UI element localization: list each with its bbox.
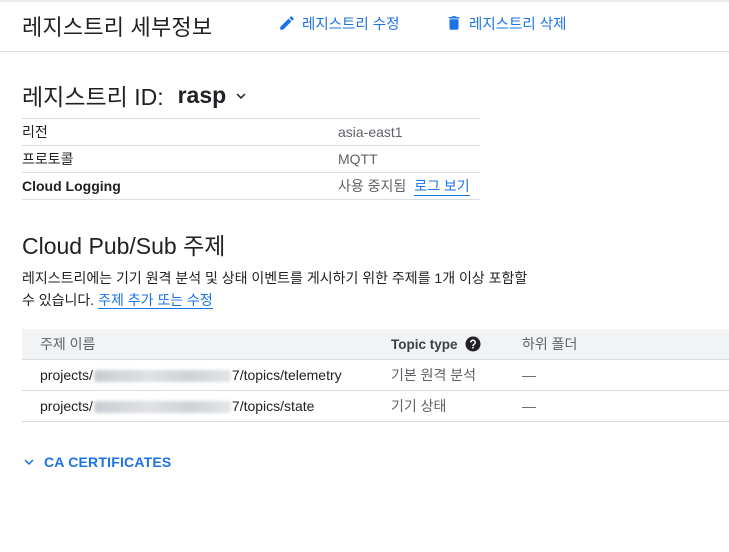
redacted-project-id [93, 370, 231, 383]
property-key: 리전 [22, 124, 48, 140]
property-row-region: 리전 asia-east1 [22, 118, 480, 146]
topic-name: projects/7/topics/state [40, 398, 314, 414]
topic-subfolder: — [522, 398, 536, 414]
column-header-topic-type-label: Topic type [391, 336, 458, 352]
help-icon[interactable] [464, 335, 482, 353]
topics-table: 주제 이름 Topic type 하위 폴더 projects/7/topics… [22, 329, 729, 422]
property-row-protocol: 프로토콜 MQTT [22, 145, 480, 173]
property-value: asia-east1 [338, 124, 403, 140]
ca-certificates-toggle[interactable]: CA CERTIFICATES [20, 453, 171, 471]
table-row: projects/7/topics/telemetry 기본 원격 분석 — [22, 360, 729, 391]
pencil-icon [280, 16, 294, 30]
topic-name-prefix: projects/ [40, 398, 93, 414]
topic-name-prefix: projects/ [40, 367, 93, 383]
property-value: MQTT [338, 151, 378, 167]
pubsub-description-line1: 레지스트리에는 기기 원격 분석 및 상태 이벤트를 게시하기 위한 주제를 1… [22, 270, 528, 286]
column-header-topic-name[interactable]: 주제 이름 [40, 334, 95, 354]
topic-subfolder: — [522, 367, 536, 383]
topic-type: 기기 상태 [391, 398, 447, 414]
property-key: 프로토콜 [22, 151, 74, 167]
redacted-project-id [93, 401, 231, 414]
column-header-topic-type: Topic type [391, 335, 482, 353]
table-row: projects/7/topics/state 기기 상태 — [22, 391, 729, 422]
registry-id-selector[interactable]: rasp [178, 82, 227, 109]
property-key: Cloud Logging [22, 178, 121, 194]
delete-registry-button[interactable]: 레지스트리 삭제 [445, 12, 566, 34]
edit-registry-label: 레지스트리 수정 [302, 16, 400, 33]
topic-name-suffix: 7/topics/telemetry [231, 367, 342, 383]
property-value-cell: 사용 중지됨 로그 보기 [338, 173, 480, 200]
edit-topics-link[interactable]: 주제 추가 또는 수정 [98, 292, 213, 309]
chevron-down-icon [24, 459, 34, 465]
registry-id-label: 레지스트리 ID: [22, 84, 164, 110]
topic-type: 기본 원격 분석 [391, 367, 477, 383]
chevron-down-icon[interactable] [232, 87, 250, 105]
pubsub-description-line2: 수 있습니다. [22, 292, 95, 308]
delete-registry-label: 레지스트리 삭제 [469, 16, 567, 33]
property-value: 사용 중지됨 [338, 178, 407, 194]
ca-certificates-label: CA CERTIFICATES [44, 454, 172, 470]
edit-registry-button[interactable]: 레지스트리 수정 [278, 12, 399, 34]
registry-heading: 레지스트리 ID: rasp [22, 78, 250, 112]
page-header: 레지스트리 세부정보 레지스트리 수정 레지스트리 삭제 [0, 0, 729, 52]
view-logs-link[interactable]: 로그 보기 [414, 178, 470, 196]
page-title: 레지스트리 세부정보 [22, 15, 213, 40]
registry-properties-table: 리전 asia-east1 프로토콜 MQTT Cloud Logging 사용… [22, 118, 480, 200]
trash-icon [448, 16, 460, 30]
topics-table-header: 주제 이름 Topic type 하위 폴더 [22, 329, 729, 360]
pubsub-description: 레지스트리에는 기기 원격 분석 및 상태 이벤트를 게시하기 위한 주제를 1… [22, 267, 602, 311]
pubsub-section-title: Cloud Pub/Sub 주제 [22, 233, 226, 259]
topic-name: projects/7/topics/telemetry [40, 367, 342, 383]
topic-name-suffix: 7/topics/state [231, 398, 315, 414]
property-row-cloud-logging: Cloud Logging 사용 중지됨 로그 보기 [22, 172, 480, 200]
column-header-subfolder: 하위 폴더 [522, 336, 578, 352]
